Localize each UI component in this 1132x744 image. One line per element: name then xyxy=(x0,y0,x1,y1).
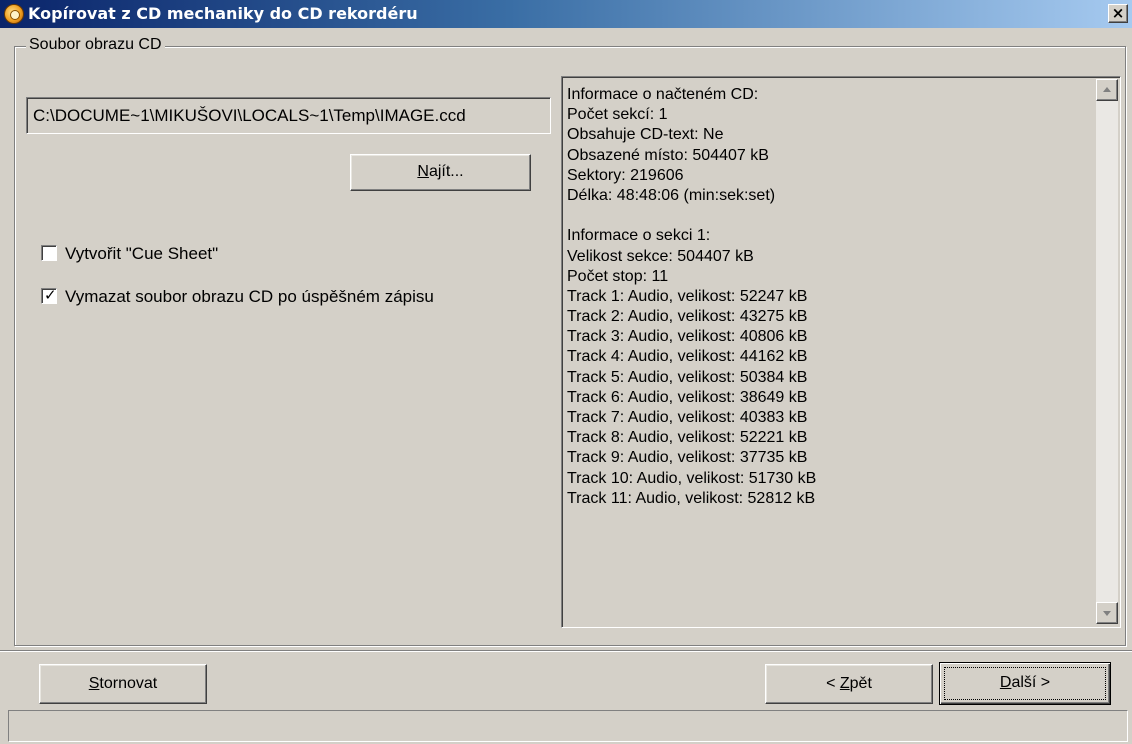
find-button-label: ajít... xyxy=(428,163,464,180)
vertical-scrollbar[interactable] xyxy=(1096,79,1118,624)
group-label: Soubor obrazu CD xyxy=(26,36,165,54)
info-line: Informace o načteném CD: xyxy=(567,86,759,103)
info-line: Počet stop: 11 xyxy=(567,267,669,285)
info-line: Track 11: Audio, velikost: 52812 kB xyxy=(567,489,816,507)
status-bar xyxy=(8,710,1128,742)
back-label: pět xyxy=(849,675,872,692)
find-button[interactable]: Najít... xyxy=(350,154,531,191)
find-button-accel: N xyxy=(417,163,429,180)
back-button[interactable]: < Zpět xyxy=(765,664,933,704)
cd-info-text: Informace o načteném CD: Počet sekcí: 1 Ob… xyxy=(567,85,1087,509)
info-line: Velikost sekce: 504407 kB xyxy=(567,247,754,265)
next-button[interactable]: Další > xyxy=(939,662,1111,705)
scroll-up-button[interactable] xyxy=(1096,79,1118,101)
cancel-label: tornovat xyxy=(99,675,158,692)
focus-rect xyxy=(944,667,1106,700)
info-line: Track 5: Audio, velikost: 50384 kB xyxy=(567,368,808,386)
info-line: Track 7: Audio, velikost: 40383 kB xyxy=(567,409,808,426)
cancel-accel: S xyxy=(88,675,100,692)
info-line: Počet sekcí: 1 xyxy=(567,106,668,124)
arrow-down-icon xyxy=(1103,611,1111,616)
back-prefix: < xyxy=(826,675,840,692)
bottom-separator xyxy=(0,650,1132,652)
info-line: Informace o sekci 1: xyxy=(567,227,711,245)
delete-image-checkbox[interactable]: ✓ xyxy=(41,286,57,304)
image-path-field[interactable]: C:\DOCUME~1\MIKUŠOVI\LOCALS~1\Temp\IMAGE… xyxy=(26,97,551,134)
info-line: Obsazené místo: 504407 kB xyxy=(567,146,769,164)
info-line: Track 4: Audio, velikost: 44162 kB xyxy=(567,348,808,366)
scroll-down-button[interactable] xyxy=(1096,602,1118,624)
info-line xyxy=(567,206,1087,226)
title-bar[interactable]: Kopírovat z CD mechaniky do CD rekordéru… xyxy=(0,0,1132,28)
window-title: Kopírovat z CD mechaniky do CD rekordéru xyxy=(28,4,418,23)
cancel-button[interactable]: Stornovat xyxy=(39,664,207,704)
cue-sheet-label: Vytvořit "Cue Sheet" xyxy=(65,244,219,263)
close-button[interactable]: × xyxy=(1108,4,1128,23)
info-line: Délka: 48:48:06 (min:sek:set) xyxy=(567,186,776,204)
info-line: Track 6: Audio, velikost: 38649 kB xyxy=(567,388,808,406)
info-line: Track 9: Audio, velikost: 37735 kB xyxy=(567,449,808,467)
back-accel: Z xyxy=(839,675,850,692)
info-line: Track 10: Audio, velikost: 51730 kB xyxy=(567,469,817,487)
arrow-up-icon xyxy=(1103,87,1111,92)
cue-sheet-checkbox[interactable] xyxy=(41,245,57,261)
info-line: Track 8: Audio, velikost: 52221 kB xyxy=(567,429,808,447)
cd-info-textbox[interactable]: Informace o načteném CD: Počet sekcí: 1 Ob… xyxy=(561,76,1121,628)
info-line: Sektory: 219606 xyxy=(567,166,684,184)
delete-image-label: Vymazat soubor obrazu CD po úspěšném záp… xyxy=(65,287,434,306)
info-line: Track 1: Audio, velikost: 52247 kB xyxy=(567,287,808,305)
checkmark-icon: ✓ xyxy=(44,286,57,304)
info-line: Track 2: Audio, velikost: 43275 kB xyxy=(567,308,808,326)
close-icon: × xyxy=(1111,4,1125,22)
nero-disc-icon xyxy=(4,4,24,24)
info-line: Track 3: Audio, velikost: 40806 kB xyxy=(567,328,808,346)
info-line: Obsahuje CD-text: Ne xyxy=(567,126,724,144)
